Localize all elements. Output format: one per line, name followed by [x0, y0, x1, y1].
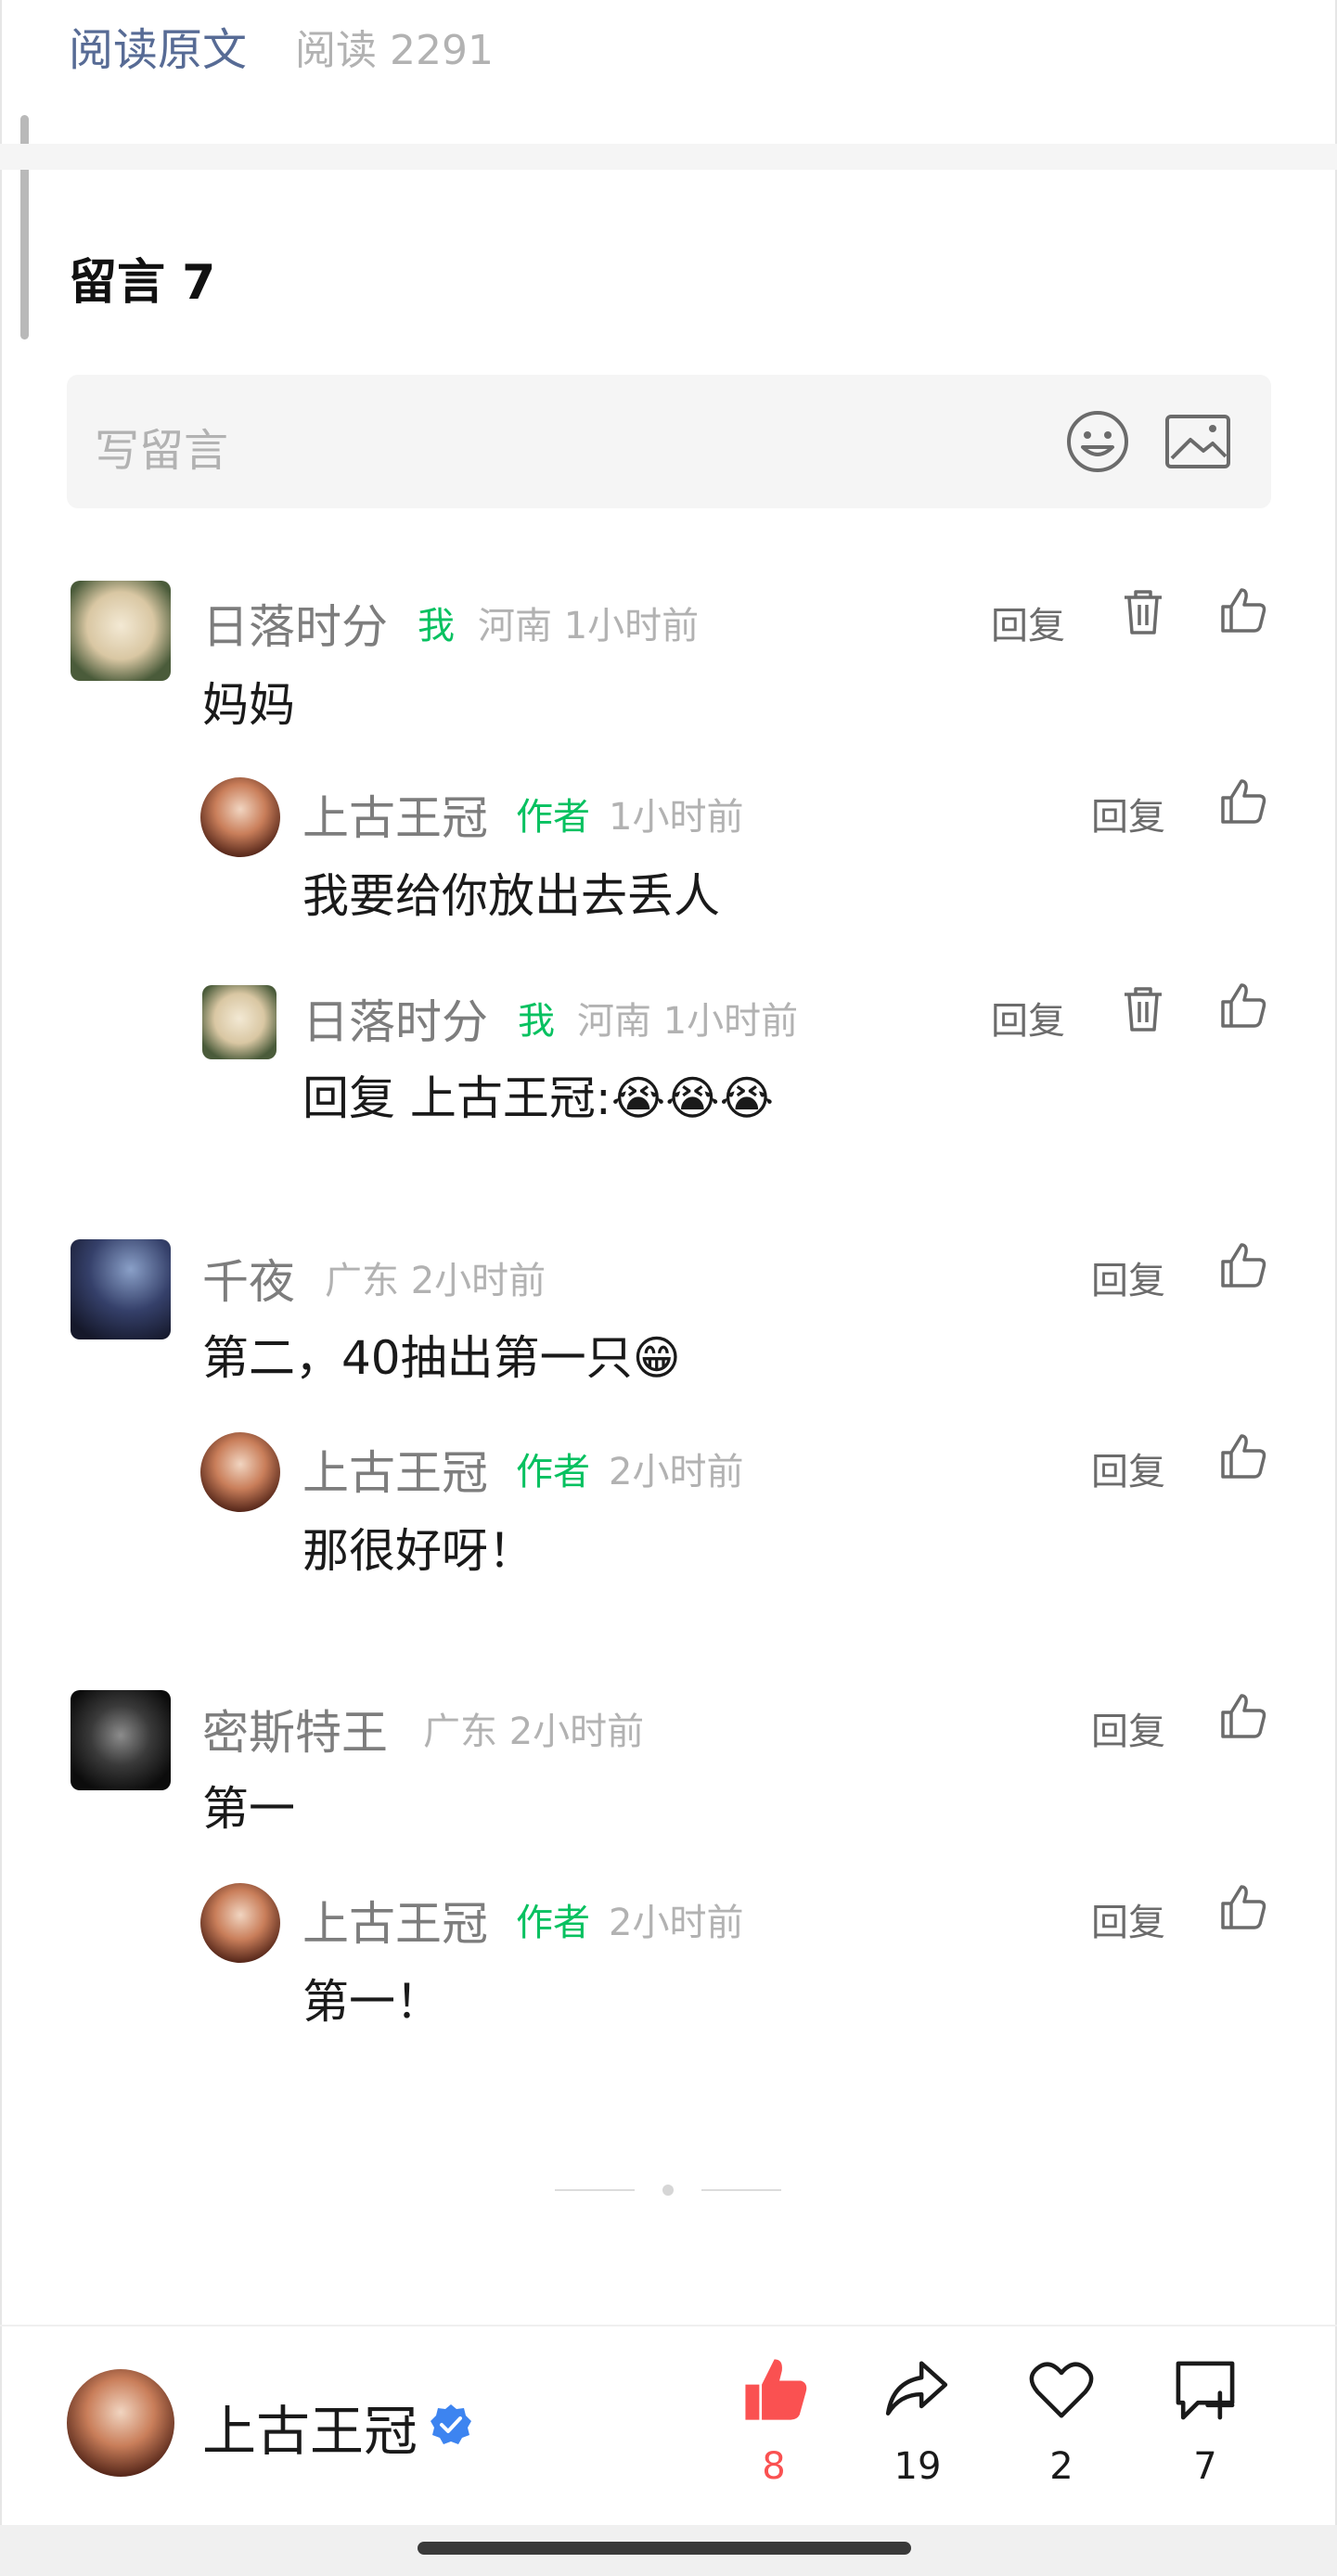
reply-username[interactable]: 上古王冠	[302, 1436, 488, 1503]
avatar[interactable]	[200, 777, 280, 857]
comments-title: 留言 7	[69, 255, 216, 311]
reply-button[interactable]: 回复	[1091, 1701, 1165, 1755]
section-divider	[0, 144, 1337, 170]
author-tag: 作者	[516, 796, 590, 839]
comment-text: 第一	[202, 1782, 295, 1836]
avatar[interactable]	[71, 1239, 171, 1339]
heart-icon[interactable]	[1028, 2358, 1095, 2421]
home-indicator[interactable]	[418, 2542, 911, 2555]
share-arrow-icon[interactable]	[883, 2356, 950, 2423]
comment-plus-icon[interactable]	[1171, 2356, 1240, 2425]
favorite-count: 2	[1049, 2445, 1073, 2488]
author-tag: 作者	[516, 1451, 590, 1493]
reply-button[interactable]: 回复	[991, 991, 1065, 1044]
bottom-bar-divider	[0, 2325, 1337, 2326]
comment-count: 7	[1193, 2445, 1217, 2488]
comment-meta: 广东 2小时前	[423, 1711, 645, 1753]
like-icon[interactable]	[1217, 584, 1269, 636]
comment-meta: 河南 1小时前	[478, 605, 700, 647]
delete-icon[interactable]	[1117, 983, 1169, 1035]
write-comment-placeholder: 写留言	[95, 425, 229, 477]
comment-meta: 广东 2小时前	[325, 1260, 546, 1302]
smiley-icon[interactable]	[1064, 408, 1131, 475]
read-count: 阅读 2291	[295, 27, 494, 74]
reply-username[interactable]: 上古王冠	[302, 781, 488, 848]
end-divider-right	[701, 2189, 781, 2191]
reply-username[interactable]: 日落时分	[302, 985, 488, 1052]
author-name[interactable]: 上古王冠	[202, 2388, 418, 2466]
reply-meta: 河南 1小时前	[577, 1000, 799, 1043]
reply-text: 第一！	[302, 1975, 442, 2029]
reply-text: 那很好呀！	[302, 1524, 534, 1578]
delete-icon[interactable]	[1117, 586, 1169, 638]
comment-username[interactable]: 千夜	[202, 1245, 295, 1312]
avatar[interactable]	[200, 1883, 280, 1963]
reply-button[interactable]: 回复	[1091, 787, 1165, 840]
comment-text: 第二，40抽出第一只😁	[202, 1331, 681, 1385]
end-divider-dot	[662, 2185, 674, 2196]
reply-button[interactable]: 回复	[1091, 1442, 1165, 1495]
write-comment-input[interactable]: 写留言	[67, 375, 1271, 508]
verified-badge-icon	[431, 2404, 471, 2444]
reply-button[interactable]: 回复	[1091, 1250, 1165, 1304]
reply-button[interactable]: 回复	[1091, 1892, 1165, 1946]
like-icon[interactable]	[1217, 1881, 1269, 1933]
reply-username[interactable]: 上古王冠	[302, 1887, 488, 1954]
reply-button[interactable]: 回复	[991, 596, 1065, 649]
end-divider-left	[555, 2189, 635, 2191]
avatar[interactable]	[71, 581, 171, 681]
like-icon[interactable]	[1217, 1690, 1269, 1742]
comment-username[interactable]: 日落时分	[202, 590, 388, 657]
share-count: 19	[893, 2445, 942, 2488]
read-original-link[interactable]: 阅读原文	[69, 13, 247, 78]
like-icon[interactable]	[1217, 1430, 1269, 1482]
comment-username[interactable]: 密斯特王	[202, 1696, 388, 1762]
reply-meta: 1小时前	[609, 796, 744, 839]
screen-left-edge	[0, 0, 2, 2576]
reply-text: 我要给你放出去丢人	[302, 869, 720, 923]
comment-text: 妈妈	[202, 678, 295, 732]
image-icon[interactable]	[1164, 414, 1231, 469]
like-icon[interactable]	[1217, 980, 1269, 1032]
like-icon[interactable]	[1217, 1239, 1269, 1291]
avatar[interactable]	[200, 1432, 280, 1512]
author-avatar[interactable]	[67, 2369, 174, 2477]
reply-meta: 2小时前	[609, 1451, 744, 1493]
self-tag: 我	[418, 605, 455, 647]
reply-meta: 2小时前	[609, 1902, 744, 1944]
like-icon[interactable]	[1217, 775, 1269, 827]
thumbs-up-filled-icon[interactable]	[740, 2354, 811, 2425]
avatar[interactable]	[71, 1690, 171, 1790]
reply-text: 回复 上古王冠:😭😭😭	[302, 1071, 775, 1125]
like-count: 8	[762, 2445, 786, 2488]
avatar[interactable]	[202, 985, 276, 1059]
self-tag: 我	[518, 1000, 555, 1043]
author-tag: 作者	[516, 1902, 590, 1944]
